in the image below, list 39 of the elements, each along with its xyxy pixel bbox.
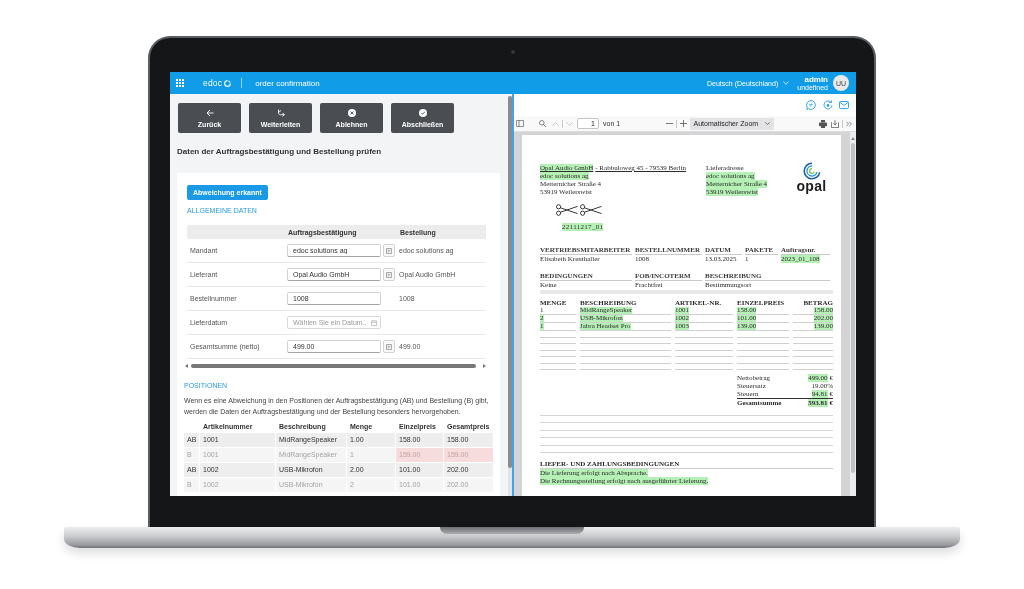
grid-menu-icon[interactable] (176, 79, 184, 87)
branch-arrow-icon (276, 108, 285, 117)
printer-icon[interactable] (819, 119, 827, 128)
circular-arrow-icon[interactable] (822, 100, 833, 110)
user-name: admin (804, 75, 828, 84)
page-title: order confirmation (255, 78, 320, 88)
arrow-left-icon (205, 108, 214, 117)
product-name: edoc (203, 78, 223, 88)
plus-icon[interactable] (679, 120, 687, 127)
chevron-down-icon (783, 81, 790, 85)
calendar-icon[interactable] (371, 319, 377, 326)
lookup-button[interactable] (383, 340, 395, 353)
double-chevron-icon[interactable] (846, 120, 852, 127)
scissors-icon (556, 204, 578, 216)
lookup-button[interactable] (383, 268, 395, 281)
section-heading: Daten der Auftragsbestätigung und Bestellung prüfen (177, 146, 382, 158)
x-circle-icon (347, 108, 356, 117)
scroll-left-arrow-icon[interactable] (185, 364, 188, 368)
logo-text: opal (796, 180, 827, 193)
search-icon[interactable] (539, 120, 546, 127)
minus-icon[interactable] (665, 123, 673, 124)
envelope-icon[interactable] (839, 100, 849, 110)
chat-bubble-icon[interactable] (806, 100, 816, 110)
lookup-button[interactable] (383, 244, 395, 257)
sidebar-toggle-icon[interactable] (516, 120, 524, 127)
scrollbar-thumb[interactable] (851, 143, 855, 473)
logo-rings-icon (802, 162, 821, 180)
scroll-up-arrow-icon[interactable] (851, 137, 855, 140)
webcam-dot-icon (511, 50, 515, 54)
card-icon (386, 247, 392, 254)
logo-swirl-icon (224, 79, 232, 87)
card-icon (386, 343, 392, 350)
scrollbar-thumb[interactable] (191, 364, 476, 368)
scissors-icon (580, 204, 602, 216)
chevron-down-icon (764, 122, 770, 125)
check-circle-icon (418, 108, 427, 117)
scroll-right-arrow-icon[interactable] (483, 364, 486, 368)
download-tray-icon[interactable] (831, 119, 839, 128)
card-icon (386, 271, 392, 278)
